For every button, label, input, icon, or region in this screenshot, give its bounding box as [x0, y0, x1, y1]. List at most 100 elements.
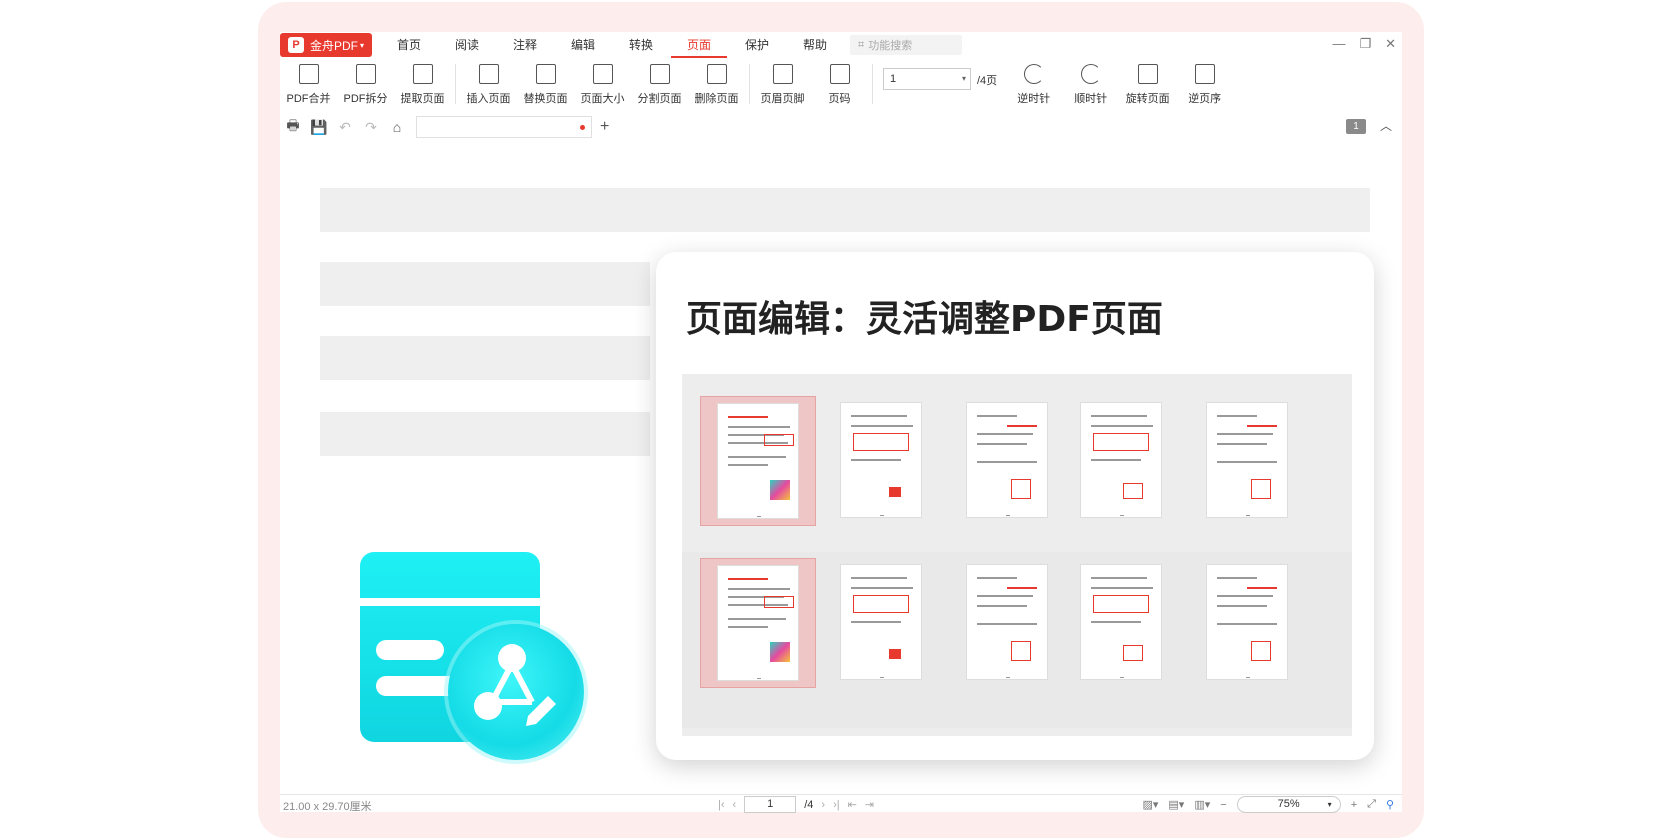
- page-thumbnail[interactable]: [840, 564, 922, 680]
- pdf-split-button[interactable]: PDF拆分: [337, 62, 394, 106]
- ribbon-divider: [455, 64, 456, 104]
- feature-search-input[interactable]: ⌗ 功能搜索: [850, 35, 962, 55]
- page-number-button[interactable]: 页码: [811, 62, 868, 106]
- rotate-page-button[interactable]: 旋转页面: [1119, 62, 1176, 106]
- page-thumbnail[interactable]: [1080, 564, 1162, 680]
- quick-toolbar: 🖶 💾 ↶ ↷ ⌂ + 1 ︿: [280, 116, 1402, 138]
- tab-convert[interactable]: 转换: [612, 32, 670, 58]
- close-icon[interactable]: ✕: [1385, 36, 1396, 52]
- forward-view-icon[interactable]: ⇥: [865, 798, 874, 811]
- card-line: [376, 640, 444, 660]
- redo-icon[interactable]: ↷: [358, 119, 384, 136]
- tab-help[interactable]: 帮助: [786, 32, 844, 58]
- page-total-label: /4页: [977, 75, 998, 87]
- split-icon: [355, 64, 376, 84]
- page-number-icon: [829, 64, 850, 84]
- page-select-value: 1: [890, 73, 897, 85]
- tab-read[interactable]: 阅读: [438, 32, 496, 58]
- app-window: P 金舟PDF ▾ 首页 阅读 注释 编辑 转换 页面 保护 帮助 ⌗ 功能搜索…: [280, 32, 1402, 813]
- unsaved-dot-icon: [580, 125, 585, 130]
- back-view-icon[interactable]: ⇤: [848, 798, 857, 811]
- fullscreen-icon[interactable]: ⤢: [1367, 798, 1376, 811]
- replace-page-button[interactable]: 替换页面: [517, 62, 574, 106]
- header-footer-icon: [772, 64, 793, 84]
- window-controls: — ❐ ✕: [1332, 36, 1396, 52]
- page-thumbnail[interactable]: [966, 402, 1048, 518]
- page-layout-icon[interactable]: ▤▾: [1168, 798, 1184, 811]
- new-tab-icon[interactable]: +: [600, 118, 609, 136]
- page-thumbnail[interactable]: [840, 402, 922, 518]
- page-thumbnail[interactable]: [1206, 564, 1288, 680]
- page-number-input[interactable]: 1: [744, 796, 797, 813]
- insert-page-button[interactable]: 插入页面: [460, 62, 517, 106]
- insert-page-icon: [478, 64, 499, 84]
- next-page-icon[interactable]: ›: [821, 799, 825, 811]
- brand-label: 金舟PDF: [310, 38, 359, 53]
- page-thumbnail: [717, 403, 799, 519]
- save-icon[interactable]: 💾: [306, 119, 332, 136]
- pdf-split-label: PDF拆分: [343, 93, 388, 105]
- zoom-dropdown[interactable]: 75% ▾: [1236, 796, 1341, 813]
- app-logo-icon: P: [288, 37, 304, 53]
- insert-page-label: 插入页面: [466, 93, 511, 105]
- page-select-dropdown[interactable]: 1 ▾: [883, 68, 971, 90]
- search-grid-icon: ⌗: [858, 38, 865, 51]
- share-node-icon: [448, 624, 584, 760]
- extract-pages-label: 提取页面: [400, 93, 445, 105]
- last-page-icon[interactable]: ›|: [833, 799, 840, 811]
- minimize-icon[interactable]: —: [1332, 36, 1345, 52]
- collapse-ribbon-icon[interactable]: ︿: [1380, 117, 1392, 134]
- zoom-in-icon[interactable]: +: [1351, 799, 1357, 811]
- page-size-icon: [592, 64, 613, 84]
- replace-page-label: 替换页面: [523, 93, 568, 105]
- zoom-out-icon[interactable]: −: [1220, 799, 1226, 811]
- page-edit-feature-icon: [360, 552, 584, 760]
- chevron-down-icon: ▾: [961, 74, 966, 83]
- print-icon[interactable]: 🖶: [280, 115, 306, 139]
- extract-pages-button[interactable]: 提取页面: [394, 62, 451, 106]
- content-placeholder-bar: [320, 336, 650, 380]
- page-thumbnail[interactable]: [966, 564, 1048, 680]
- thumbnail-selected[interactable]: [700, 396, 816, 526]
- pin-icon[interactable]: ⚲: [1386, 798, 1394, 811]
- brand-menu-button[interactable]: P 金舟PDF ▾: [280, 33, 372, 57]
- page-thumbnail[interactable]: [1080, 402, 1162, 518]
- first-page-icon[interactable]: |‹: [718, 799, 725, 811]
- thumbnail-selected[interactable]: [700, 558, 816, 688]
- rotate-ccw-label: 逆时针: [1017, 93, 1051, 105]
- status-divider: [280, 794, 1402, 795]
- chevron-down-icon: ▾: [1327, 800, 1332, 809]
- tab-home[interactable]: 首页: [380, 32, 438, 58]
- undo-icon[interactable]: ↶: [332, 119, 358, 136]
- page-number-label: 页码: [828, 93, 851, 105]
- header-footer-button[interactable]: 页眉页脚: [754, 62, 811, 106]
- feature-card: 页面编辑：灵活调整PDF页面: [656, 252, 1374, 760]
- document-tab[interactable]: [416, 116, 592, 138]
- extract-icon: [412, 64, 433, 84]
- page-ribbon: PDF合并 PDF拆分 提取页面 插入页面 替换页面 页面大小 分割页面 删除页…: [280, 62, 1402, 110]
- content-placeholder-bar: [320, 188, 1370, 232]
- rotate-cw-button[interactable]: 顺时针: [1062, 62, 1119, 106]
- prev-page-icon[interactable]: ‹: [733, 799, 737, 811]
- page-thumbnail[interactable]: [1206, 402, 1288, 518]
- header-footer-label: 页眉页脚: [760, 93, 805, 105]
- rotate-ccw-button[interactable]: 逆时针: [1005, 62, 1062, 106]
- dual-page-icon[interactable]: ▥▾: [1194, 798, 1210, 811]
- page-navigator: |‹ ‹ 1 /4 › ›| ⇤ ⇥: [718, 796, 874, 813]
- page-size-label: 页面大小: [580, 93, 625, 105]
- tab-page[interactable]: 页面: [670, 32, 728, 58]
- tab-protect[interactable]: 保护: [728, 32, 786, 58]
- restore-icon[interactable]: ❐: [1359, 36, 1371, 52]
- rotate-page-icon: [1137, 64, 1158, 84]
- fill-mode-icon[interactable]: ▨▾: [1142, 798, 1158, 811]
- page-size-button[interactable]: 页面大小: [574, 62, 631, 106]
- split-page-button[interactable]: 分割页面: [631, 62, 688, 106]
- reverse-order-button[interactable]: 逆页序: [1176, 62, 1233, 106]
- page-count-label: /4: [804, 798, 814, 811]
- tab-edit[interactable]: 编辑: [554, 32, 612, 58]
- status-bar: 21.00 x 29.70厘米 |‹ ‹ 1 /4 › ›| ⇤ ⇥ ▨▾ ▤▾…: [280, 796, 1402, 813]
- delete-page-button[interactable]: 删除页面: [688, 62, 745, 106]
- home-icon[interactable]: ⌂: [384, 119, 410, 135]
- pdf-merge-button[interactable]: PDF合并: [280, 62, 337, 106]
- tab-annotate[interactable]: 注释: [496, 32, 554, 58]
